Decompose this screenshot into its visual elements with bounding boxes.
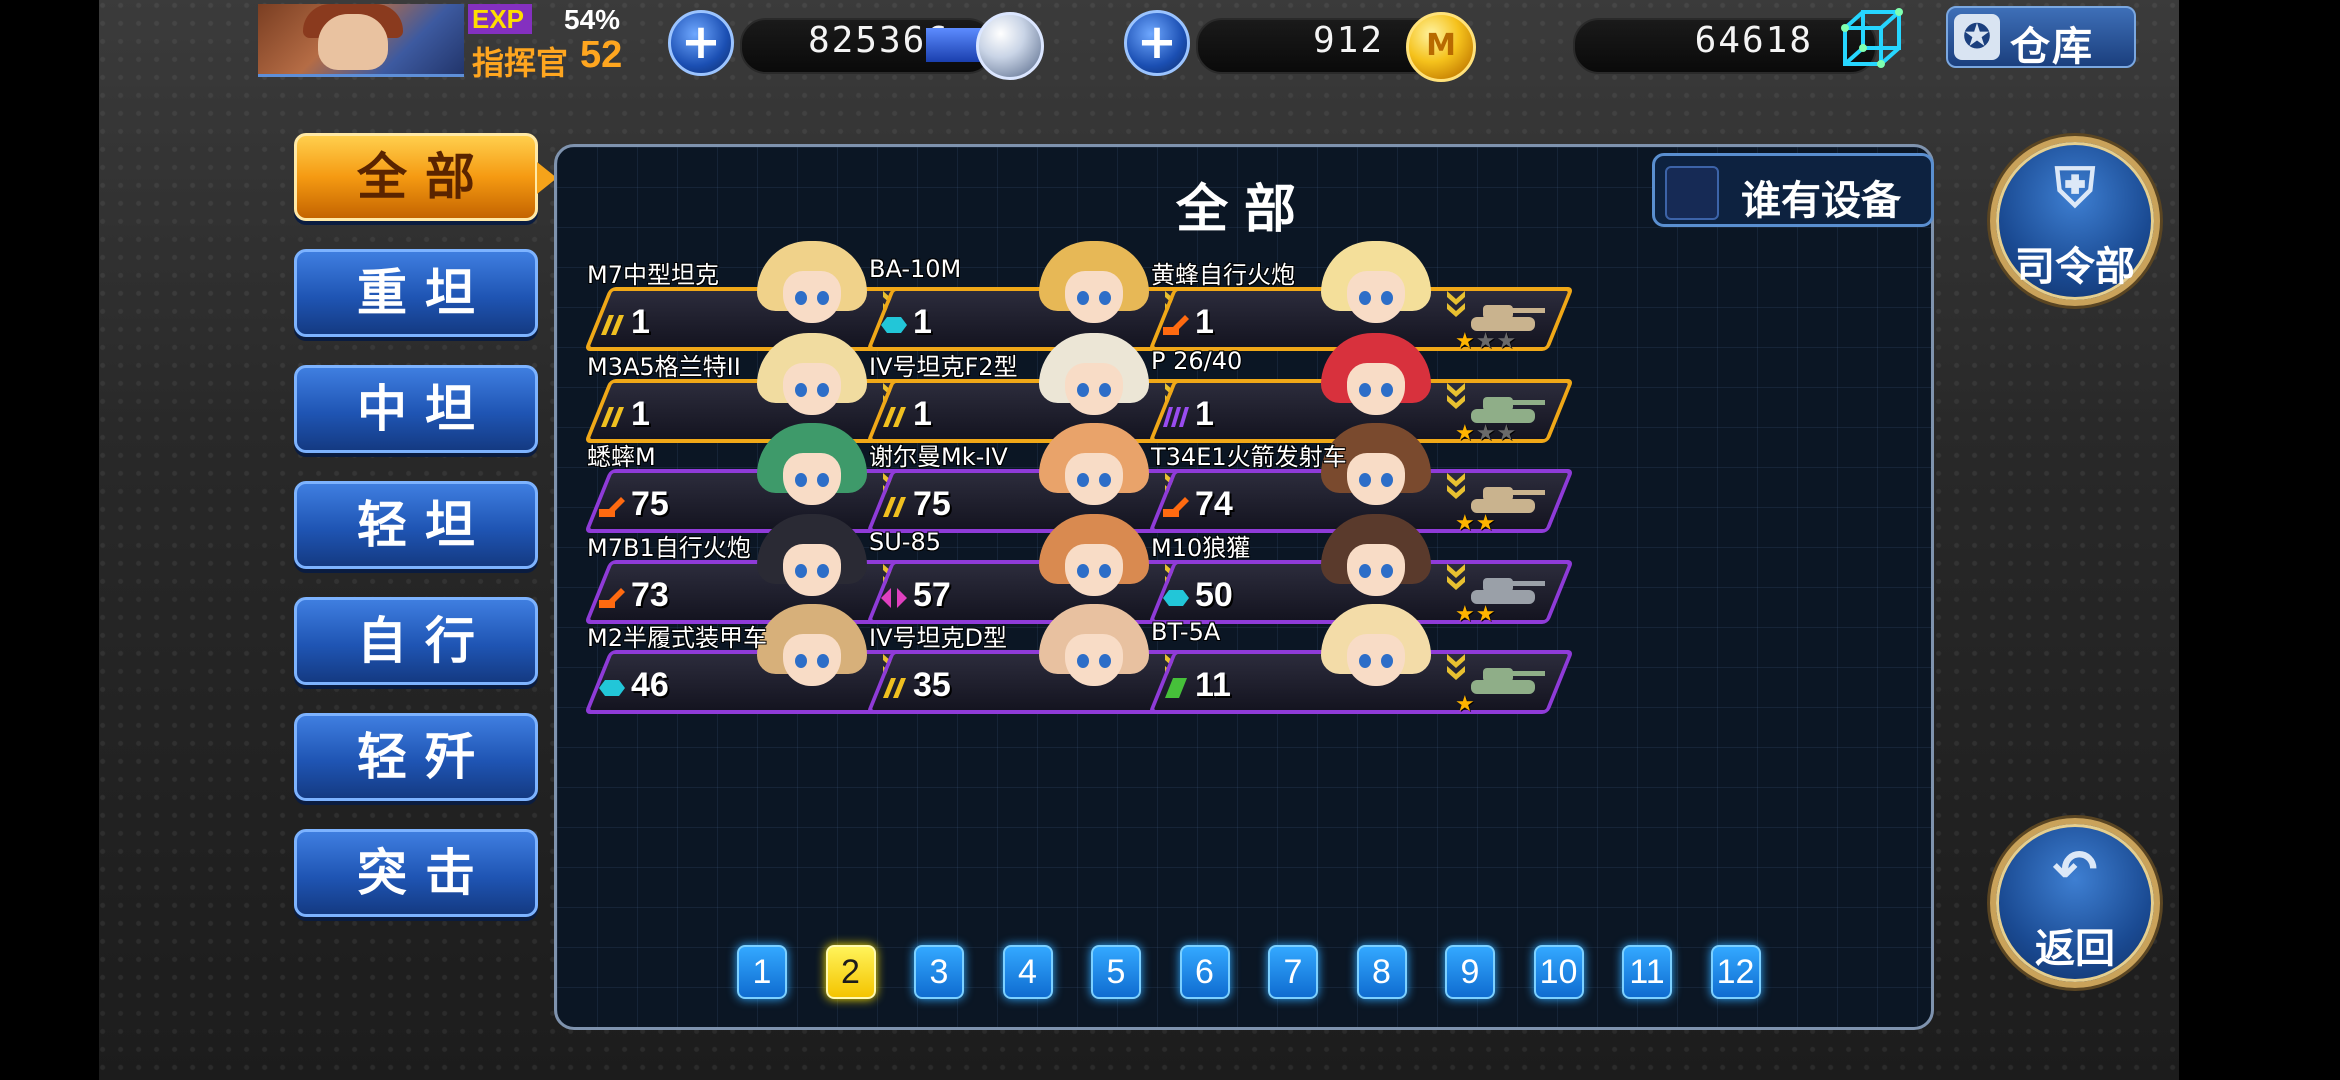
category-tab[interactable]: 轻坦	[294, 481, 538, 569]
has-equipment-filter[interactable]: 谁有设备	[1652, 153, 1934, 227]
player-level: 52	[580, 34, 623, 76]
page-button[interactable]: 11	[1622, 945, 1672, 999]
category-tab[interactable]: 中坦	[294, 365, 538, 453]
spg-class-icon	[1161, 313, 1191, 337]
page-button[interactable]: 12	[1710, 945, 1761, 999]
medium-class-icon	[879, 405, 909, 429]
unit-name: IV号坦克F2型	[869, 353, 1018, 381]
warehouse-button[interactable]: ✪ 仓库	[1946, 6, 2136, 70]
unit-name: SU-85	[869, 528, 941, 556]
assault-class-icon	[1161, 676, 1191, 700]
player-avatar[interactable]	[258, 4, 464, 77]
star-rating: ★	[1455, 692, 1476, 717]
unit-card[interactable]: BT-5A 11 ★	[1148, 604, 1574, 718]
unit-name: T34E1火箭发射车	[1151, 443, 1347, 471]
silver-value: 825366	[807, 20, 950, 61]
page-button[interactable]: 9	[1445, 945, 1495, 999]
page-button[interactable]: 5	[1091, 945, 1141, 999]
page-button[interactable]: 1	[737, 945, 787, 999]
unit-level: 1	[913, 303, 932, 341]
light-class-icon	[879, 313, 909, 337]
top-bar: EXP 54% 指挥官 52 825366 + 912 M + 64618 ✪	[258, 0, 2138, 82]
warehouse-label: 仓库	[2010, 24, 2094, 70]
player-rank: 指挥官	[472, 44, 569, 82]
gold-resource: 912 M +	[1124, 8, 1504, 82]
page-button[interactable]: 8	[1356, 945, 1407, 999]
cube-value: 64618	[1694, 20, 1813, 61]
unit-name: M10狼獾	[1151, 534, 1251, 562]
unit-level: 46	[631, 666, 669, 704]
unit-name: 蟋蟀M	[587, 443, 656, 471]
unit-level: 75	[631, 485, 669, 523]
cube-resource: 64618	[1573, 8, 1933, 74]
medium-class-icon	[597, 313, 627, 337]
medium-class-icon	[597, 405, 627, 429]
unit-name: BA-10M	[869, 255, 962, 283]
silver-resource: 825366 +	[668, 8, 1048, 80]
unit-level: 1	[631, 303, 650, 341]
shield-icon: ⛨	[2054, 156, 2096, 219]
unit-name: BT-5A	[1151, 618, 1221, 646]
spg-class-icon	[1161, 495, 1191, 519]
light-class-icon	[597, 676, 627, 700]
exp-percent: 54%	[564, 4, 621, 35]
gold-value: 912	[1312, 20, 1384, 61]
star-badge-icon: ✪	[1954, 14, 2000, 60]
add-silver-button[interactable]: +	[668, 10, 734, 76]
medium-class-icon	[879, 676, 909, 700]
unit-name: M2半履式装甲车	[587, 624, 767, 652]
spg-class-icon	[597, 586, 627, 610]
spg-class-icon	[597, 495, 627, 519]
unit-level: 75	[913, 485, 951, 523]
unit-level: 1	[1195, 303, 1214, 341]
back-label: 返回	[2035, 926, 2115, 972]
command-label: 司令部	[2015, 244, 2135, 290]
character-portrait	[1039, 604, 1149, 714]
add-gold-button[interactable]: +	[1124, 10, 1190, 76]
exp-block: EXP 54% 指挥官 52	[468, 4, 668, 82]
exp-label: EXP	[468, 4, 532, 34]
unit-name: P 26/40	[1151, 347, 1243, 375]
unit-name: 谢尔曼Mk-IV	[869, 443, 1008, 471]
unit-name: M7B1自行火炮	[587, 534, 751, 562]
page-button[interactable]: 4	[1002, 945, 1053, 999]
pagination: 1 2 3 4 5 6 7 8 9 10 11 12	[737, 945, 1777, 1009]
page-button[interactable]: 3	[914, 945, 964, 999]
character-portrait	[757, 604, 867, 714]
checkbox[interactable]	[1665, 166, 1719, 220]
back-button[interactable]: ↶ 返回	[1990, 818, 2160, 988]
page-button[interactable]: 2	[825, 945, 876, 999]
medium-class-icon	[879, 495, 909, 519]
page-button[interactable]: 10	[1533, 945, 1584, 999]
category-tab[interactable]: 突击	[294, 829, 538, 917]
page-button[interactable]: 6	[1179, 945, 1230, 999]
silver-coin-icon	[976, 12, 1044, 80]
unit-level: 35	[913, 666, 951, 704]
cube-icon	[1841, 8, 1903, 68]
gold-coin-icon: M	[1406, 12, 1476, 82]
unit-level: 11	[1195, 666, 1231, 704]
back-arrow-icon: ↶	[2052, 838, 2098, 901]
page-button[interactable]: 7	[1268, 945, 1318, 999]
unit-name: 黄蜂自行火炮	[1151, 261, 1295, 289]
has-equipment-label: 谁有设备	[1741, 178, 1901, 224]
command-button[interactable]: ⛨ 司令部	[1990, 136, 2160, 306]
heavy-class-icon	[1161, 405, 1191, 429]
unit-name: M3A5格兰特II	[587, 353, 741, 381]
category-tab[interactable]: 全部	[294, 133, 557, 221]
td-class-icon	[879, 586, 909, 610]
category-tab[interactable]: 重坦	[294, 249, 538, 337]
unit-list-panel: 全部 谁有设备 M7中型坦克1★★★BA-10M1★★★黄蜂自行火炮1★★★M3…	[554, 144, 1934, 1030]
unit-name: M7中型坦克	[587, 261, 719, 289]
category-tab[interactable]: 自行	[294, 597, 538, 685]
unit-level: 74	[1195, 485, 1233, 523]
light-class-icon	[1161, 586, 1191, 610]
unit-name: IV号坦克D型	[869, 624, 1007, 652]
category-tab[interactable]: 轻歼	[294, 713, 538, 801]
character-portrait	[1321, 604, 1431, 714]
